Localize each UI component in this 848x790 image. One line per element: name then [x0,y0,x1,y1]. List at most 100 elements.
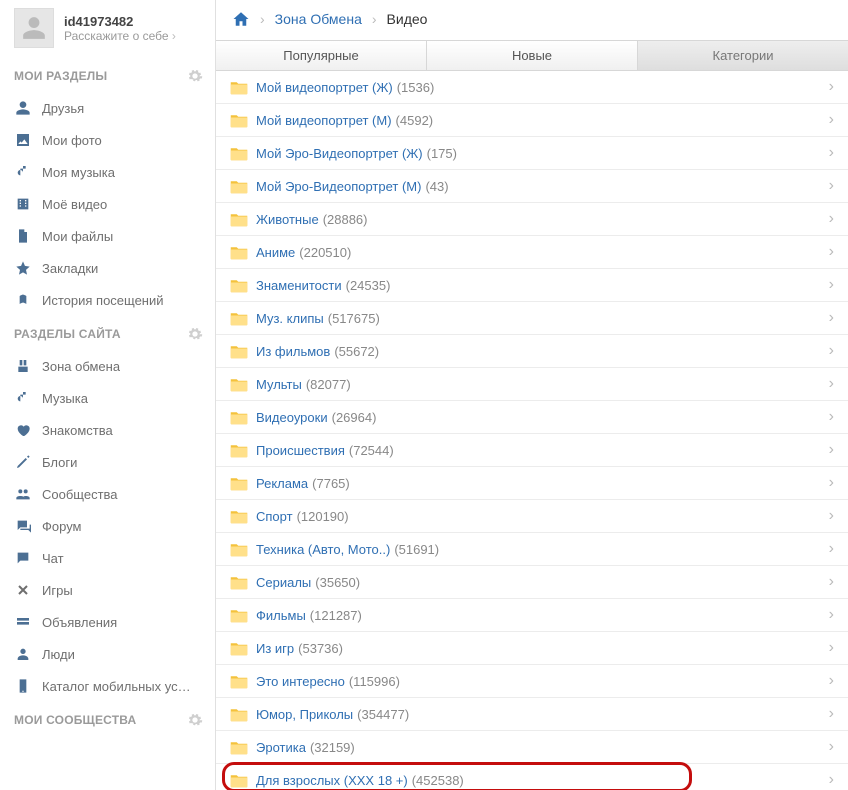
category-row[interactable]: Эротика(32159)› [216,731,848,764]
category-row[interactable]: Аниме(220510)› [216,236,848,269]
category-name: Из игр [256,641,294,656]
category-name: Знаменитости [256,278,342,293]
category-row[interactable]: Реклама(7765)› [216,467,848,500]
heart-icon [14,421,32,439]
category-row[interactable]: Мой видеопортрет (Ж)(1536)› [216,71,848,104]
category-name: Для взрослых (XXX 18 +) [256,773,408,788]
category-name: Аниме [256,245,295,260]
sidebar-item-my-music[interactable]: Моя музыка [0,156,215,188]
category-row[interactable]: Для взрослых (XXX 18 +)(452538)› [216,764,848,790]
sidebar-item-label: Чат [42,551,64,566]
category-row[interactable]: Фильмы(121287)› [216,599,848,632]
category-row[interactable]: Муз. клипы(517675)› [216,302,848,335]
tab-new[interactable]: Новые [427,41,638,70]
category-row[interactable]: Мой Эро-Видеопортрет (Ж)(175)› [216,137,848,170]
category-row[interactable]: Техника (Авто, Мото..)(51691)› [216,533,848,566]
category-row[interactable]: Знаменитости(24535)› [216,269,848,302]
category-row[interactable]: Юмор, Приколы(354477)› [216,698,848,731]
sidebar-item-my-user[interactable]: Друзья [0,92,215,124]
main: › Зона Обмена › Видео Популярные Новые К… [216,0,848,790]
sidebar-item-label: Моя музыка [42,165,115,180]
category-name: Это интересно [256,674,345,689]
sidebar-item-label: Друзья [42,101,84,116]
tab-categories[interactable]: Категории [638,41,848,70]
chevron-right-icon: › [829,309,834,327]
profile-id: id41973482 [64,14,176,29]
sidebar-item-label: Закладки [42,261,98,276]
sidebar-item-site-mobile[interactable]: Каталог мобильных ус… [0,670,215,702]
avatar [14,8,54,48]
sidebar-item-my-photo[interactable]: Мои фото [0,124,215,156]
sidebar-item-site-community[interactable]: Сообщества [0,478,215,510]
folder-icon [230,377,248,392]
sidebar-item-my-history[interactable]: История посещений [0,284,215,316]
sidebar-item-site-music[interactable]: Музыка [0,382,215,414]
sidebar-item-label: Мои фото [42,133,102,148]
category-row[interactable]: Спорт(120190)› [216,500,848,533]
folder-icon [230,476,248,491]
folder-icon [230,740,248,755]
sidebar-item-site-heart[interactable]: Знакомства [0,414,215,446]
sidebar-item-my-file[interactable]: Мои файлы [0,220,215,252]
category-name: Фильмы [256,608,306,623]
music-icon [14,163,32,181]
gear-icon[interactable] [187,68,203,84]
category-row[interactable]: Видеоуроки(26964)› [216,401,848,434]
category-name: Муз. клипы [256,311,324,326]
pen-icon [14,453,32,471]
sidebar-item-site-people[interactable]: Люди [0,638,215,670]
category-row[interactable]: Из игр(53736)› [216,632,848,665]
sidebar-item-site-ads[interactable]: Объявления [0,606,215,638]
category-row[interactable]: Происшествия(72544)› [216,434,848,467]
folder-icon [230,410,248,425]
photo-icon [14,131,32,149]
folder-icon [230,674,248,689]
category-count: (1536) [397,80,435,95]
category-count: (120190) [297,509,349,524]
category-count: (28886) [323,212,368,227]
chevron-right-icon: › [829,705,834,723]
breadcrumb-link[interactable]: Зона Обмена [275,11,362,27]
category-row[interactable]: Из фильмов(55672)› [216,335,848,368]
people-icon [14,645,32,663]
video-icon [14,195,32,213]
category-row[interactable]: Мой Эро-Видеопортрет (М)(43)› [216,170,848,203]
breadcrumb-current: Видео [387,11,428,27]
sidebar-item-site-pen[interactable]: Блоги [0,446,215,478]
category-count: (7765) [312,476,350,491]
sidebar-item-my-video[interactable]: Моё видео [0,188,215,220]
profile-subtitle[interactable]: Расскажите о себе [64,29,176,43]
forum-icon [14,517,32,535]
category-count: (354477) [357,707,409,722]
chevron-right-icon: › [829,573,834,591]
chevron-right-icon: › [829,177,834,195]
sidebar-item-site-chat[interactable]: Чат [0,542,215,574]
profile-block[interactable]: id41973482 Расскажите о себе [0,0,215,58]
category-row[interactable]: Животные(28886)› [216,203,848,236]
folder-icon [230,245,248,260]
tab-popular[interactable]: Популярные [216,41,427,70]
category-list: Мой видеопортрет (Ж)(1536)›Мой видеопорт… [216,71,848,790]
category-row[interactable]: Мульты(82077)› [216,368,848,401]
category-row[interactable]: Это интересно(115996)› [216,665,848,698]
folder-icon [230,146,248,161]
category-row[interactable]: Сериалы(35650)› [216,566,848,599]
gear-icon[interactable] [187,712,203,728]
sidebar-item-my-star[interactable]: Закладки [0,252,215,284]
sidebar-item-site-exchange[interactable]: Зона обмена [0,350,215,382]
folder-icon [230,278,248,293]
file-icon [14,227,32,245]
folder-icon [230,311,248,326]
category-name: Мульты [256,377,302,392]
ads-icon [14,613,32,631]
section-header-my: МОИ РАЗДЕЛЫ [0,58,215,92]
sidebar-item-site-games[interactable]: Игры [0,574,215,606]
sidebar-item-site-forum[interactable]: Форум [0,510,215,542]
gear-icon[interactable] [187,326,203,342]
category-row[interactable]: Мой видеопортрет (М)(4592)› [216,104,848,137]
category-count: (24535) [346,278,391,293]
folder-icon [230,707,248,722]
category-count: (121287) [310,608,362,623]
home-icon[interactable] [232,10,250,28]
category-count: (4592) [396,113,434,128]
